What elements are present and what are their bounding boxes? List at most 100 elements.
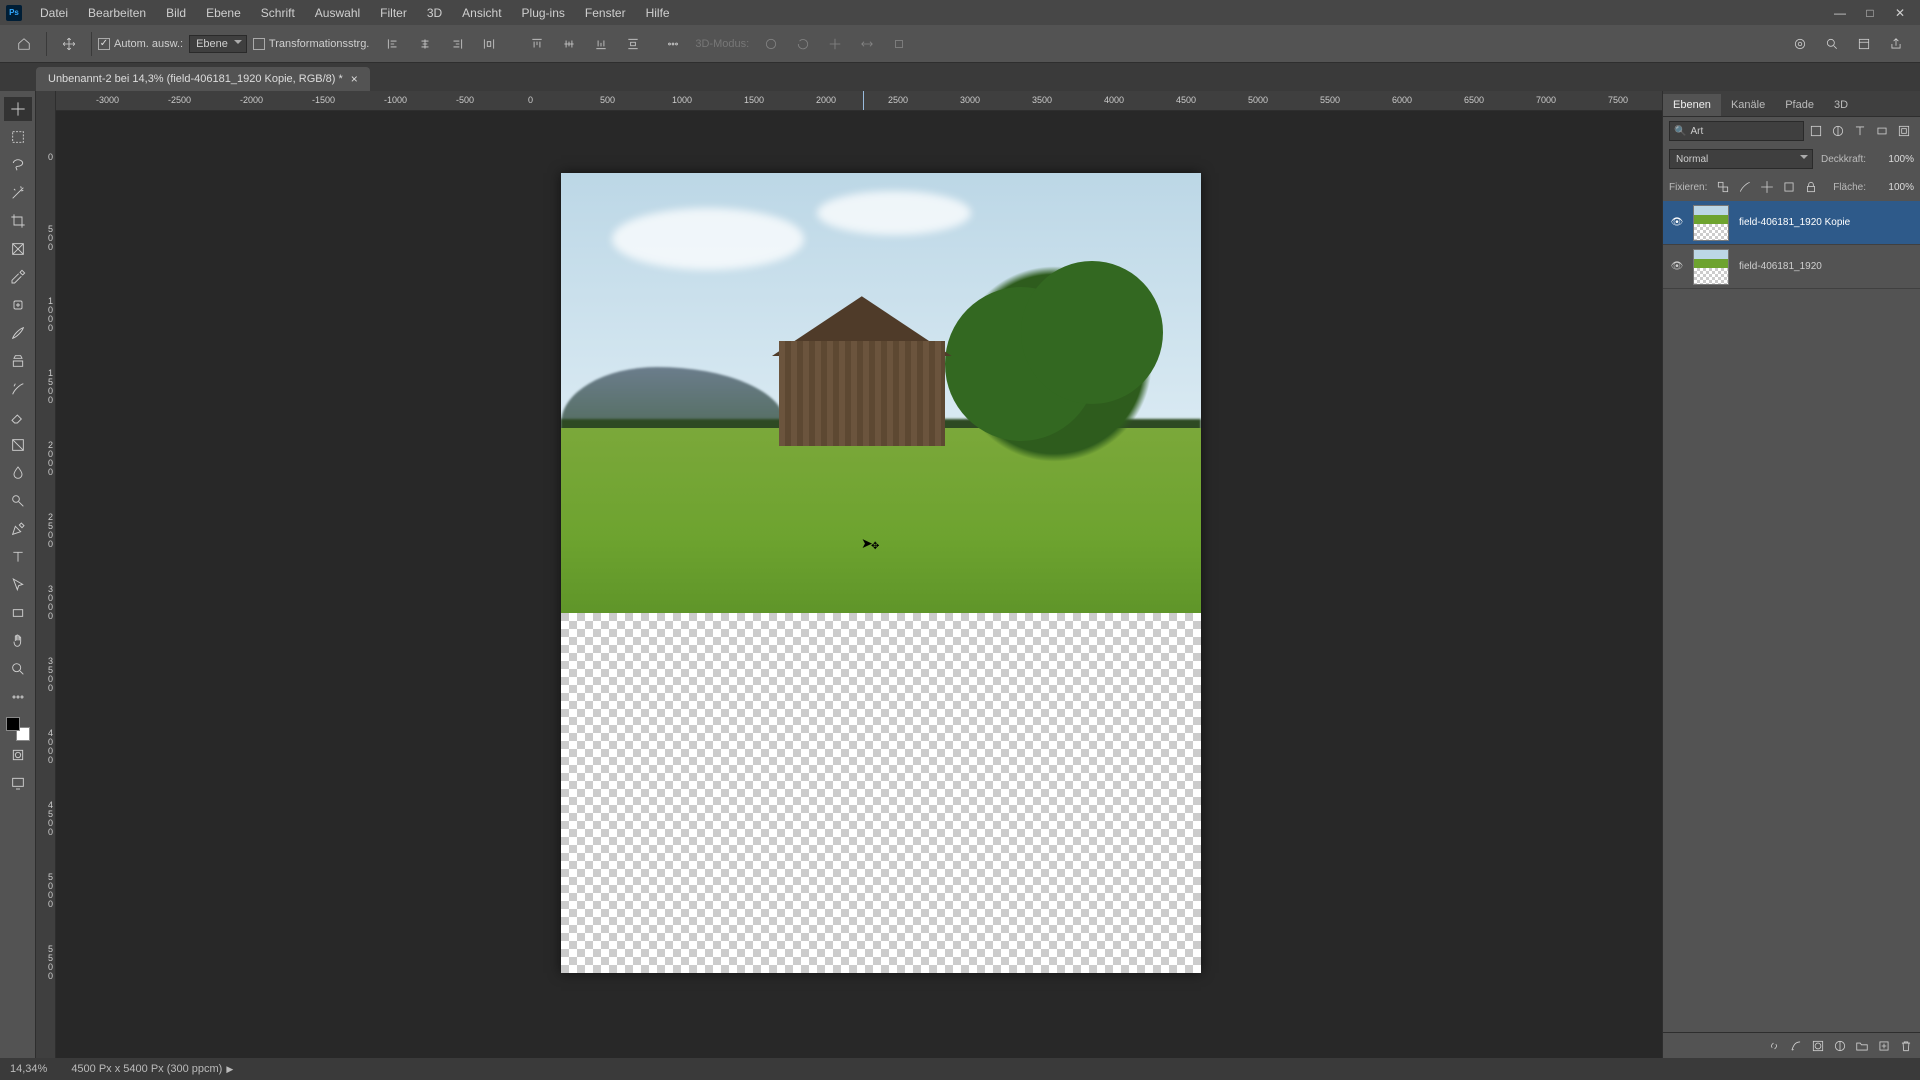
panel-tab-ebenen[interactable]: Ebenen <box>1663 94 1721 116</box>
lock-transparency-icon[interactable] <box>1713 177 1733 197</box>
canvas-stage[interactable]: ➤ <box>56 111 1662 1058</box>
link-layers-icon[interactable] <box>1764 1036 1784 1056</box>
layer-visibility-icon[interactable]: 👁 <box>1667 261 1687 272</box>
menu-auswahl[interactable]: Auswahl <box>305 6 370 20</box>
adjustment-layer-icon[interactable] <box>1830 1036 1850 1056</box>
align-right-icon[interactable] <box>443 30 471 58</box>
healing-brush-tool[interactable] <box>4 293 32 317</box>
transform-controls-checkbox[interactable] <box>253 38 265 50</box>
rectangle-tool[interactable] <box>4 601 32 625</box>
screenmode-icon[interactable] <box>4 771 32 795</box>
align-bottom-icon[interactable] <box>587 30 615 58</box>
menu-plug-ins[interactable]: Plug-ins <box>512 6 575 20</box>
dodge-tool[interactable] <box>4 489 32 513</box>
crop-tool[interactable] <box>4 209 32 233</box>
distribute-horizontal-icon[interactable] <box>475 30 503 58</box>
search-icon[interactable] <box>1818 30 1846 58</box>
path-selection-tool[interactable] <box>4 573 32 597</box>
status-zoom[interactable]: 14,34% <box>10 1063 47 1075</box>
align-left-icon[interactable] <box>379 30 407 58</box>
align-vcenter-icon[interactable] <box>555 30 583 58</box>
filter-type-icon[interactable] <box>1850 121 1870 141</box>
auto-select-checkbox[interactable] <box>98 38 110 50</box>
align-top-icon[interactable] <box>523 30 551 58</box>
eyedropper-tool[interactable] <box>4 265 32 289</box>
window-maximize-button[interactable]: □ <box>1856 4 1884 22</box>
menu-filter[interactable]: Filter <box>370 6 417 20</box>
close-icon[interactable]: × <box>351 72 358 86</box>
status-doc-info[interactable]: 4500 Px x 5400 Px (300 ppcm)▶ <box>71 1063 233 1075</box>
filter-adjustment-icon[interactable] <box>1828 121 1848 141</box>
home-icon[interactable] <box>10 30 38 58</box>
edit-toolbar-icon[interactable] <box>4 685 32 709</box>
brush-tool[interactable] <box>4 321 32 345</box>
lasso-tool[interactable] <box>4 153 32 177</box>
align-hcenter-icon[interactable] <box>411 30 439 58</box>
blend-mode-dropdown[interactable]: Normal <box>1669 149 1813 169</box>
layer-filter-search[interactable]: 🔍 Art <box>1669 121 1804 141</box>
window-minimize-button[interactable]: — <box>1826 4 1854 22</box>
layer-mask-icon[interactable] <box>1808 1036 1828 1056</box>
eraser-tool[interactable] <box>4 405 32 429</box>
quickmask-icon[interactable] <box>4 743 32 767</box>
menu-schrift[interactable]: Schrift <box>251 6 305 20</box>
color-swatches[interactable] <box>6 717 30 741</box>
document-canvas[interactable]: ➤ <box>561 173 1201 973</box>
type-tool[interactable] <box>4 545 32 569</box>
window-close-button[interactable]: ✕ <box>1886 4 1914 22</box>
lock-position-icon[interactable] <box>1757 177 1777 197</box>
filter-smartobject-icon[interactable] <box>1894 121 1914 141</box>
foreground-color-swatch[interactable] <box>6 717 20 731</box>
menu-ebene[interactable]: Ebene <box>196 6 251 20</box>
pen-tool[interactable] <box>4 517 32 541</box>
cloud-docs-icon[interactable] <box>1786 30 1814 58</box>
share-icon[interactable] <box>1882 30 1910 58</box>
frame-tool[interactable] <box>4 237 32 261</box>
lock-all-icon[interactable] <box>1801 177 1821 197</box>
blur-tool[interactable] <box>4 461 32 485</box>
menu-ansicht[interactable]: Ansicht <box>452 6 511 20</box>
lock-artboard-icon[interactable] <box>1779 177 1799 197</box>
layer-row[interactable]: 👁 field-406181_1920 <box>1663 245 1920 289</box>
menu-3d[interactable]: 3D <box>417 6 452 20</box>
layer-group-icon[interactable] <box>1852 1036 1872 1056</box>
menu-fenster[interactable]: Fenster <box>575 6 636 20</box>
new-layer-icon[interactable] <box>1874 1036 1894 1056</box>
zoom-tool[interactable] <box>4 657 32 681</box>
move-tool[interactable] <box>4 97 32 121</box>
panel-tab-3d[interactable]: 3D <box>1824 94 1858 116</box>
panel-tab-kanäle[interactable]: Kanäle <box>1721 94 1775 116</box>
more-align-options-icon[interactable] <box>659 30 687 58</box>
filter-shape-icon[interactable] <box>1872 121 1892 141</box>
opacity-value[interactable]: 100% <box>1870 154 1914 165</box>
menu-bearbeiten[interactable]: Bearbeiten <box>78 6 156 20</box>
ruler-horizontal[interactable]: -3000-2500-2000-1500-1000-50005001000150… <box>56 91 1662 111</box>
filter-pixel-icon[interactable] <box>1806 121 1826 141</box>
marquee-tool[interactable] <box>4 125 32 149</box>
delete-layer-icon[interactable] <box>1896 1036 1916 1056</box>
move-tool-icon[interactable] <box>55 30 83 58</box>
workspace-switcher-icon[interactable] <box>1850 30 1878 58</box>
gradient-tool[interactable] <box>4 433 32 457</box>
layer-style-icon[interactable] <box>1786 1036 1806 1056</box>
menu-hilfe[interactable]: Hilfe <box>636 6 680 20</box>
ruler-vertical[interactable]: 0500100015002000250030003500400045005000… <box>36 91 56 1058</box>
panel-tab-pfade[interactable]: Pfade <box>1775 94 1824 116</box>
clone-stamp-tool[interactable] <box>4 349 32 373</box>
layer-thumbnail[interactable] <box>1693 249 1729 285</box>
menu-datei[interactable]: Datei <box>30 6 78 20</box>
layer-name[interactable]: field-406181_1920 Kopie <box>1735 217 1916 228</box>
fill-value[interactable]: 100% <box>1870 182 1914 193</box>
menu-bild[interactable]: Bild <box>156 6 196 20</box>
layer-visibility-icon[interactable]: 👁 <box>1667 217 1687 228</box>
auto-select-target-dropdown[interactable]: Ebene <box>189 35 247 53</box>
document-tab[interactable]: Unbenannt-2 bei 14,3% (field-406181_1920… <box>36 67 370 91</box>
layer-row[interactable]: 👁 field-406181_1920 Kopie <box>1663 201 1920 245</box>
magic-wand-tool[interactable] <box>4 181 32 205</box>
layer-name[interactable]: field-406181_1920 <box>1735 261 1916 272</box>
history-brush-tool[interactable] <box>4 377 32 401</box>
distribute-vertical-icon[interactable] <box>619 30 647 58</box>
layer-thumbnail[interactable] <box>1693 205 1729 241</box>
lock-pixels-icon[interactable] <box>1735 177 1755 197</box>
hand-tool[interactable] <box>4 629 32 653</box>
